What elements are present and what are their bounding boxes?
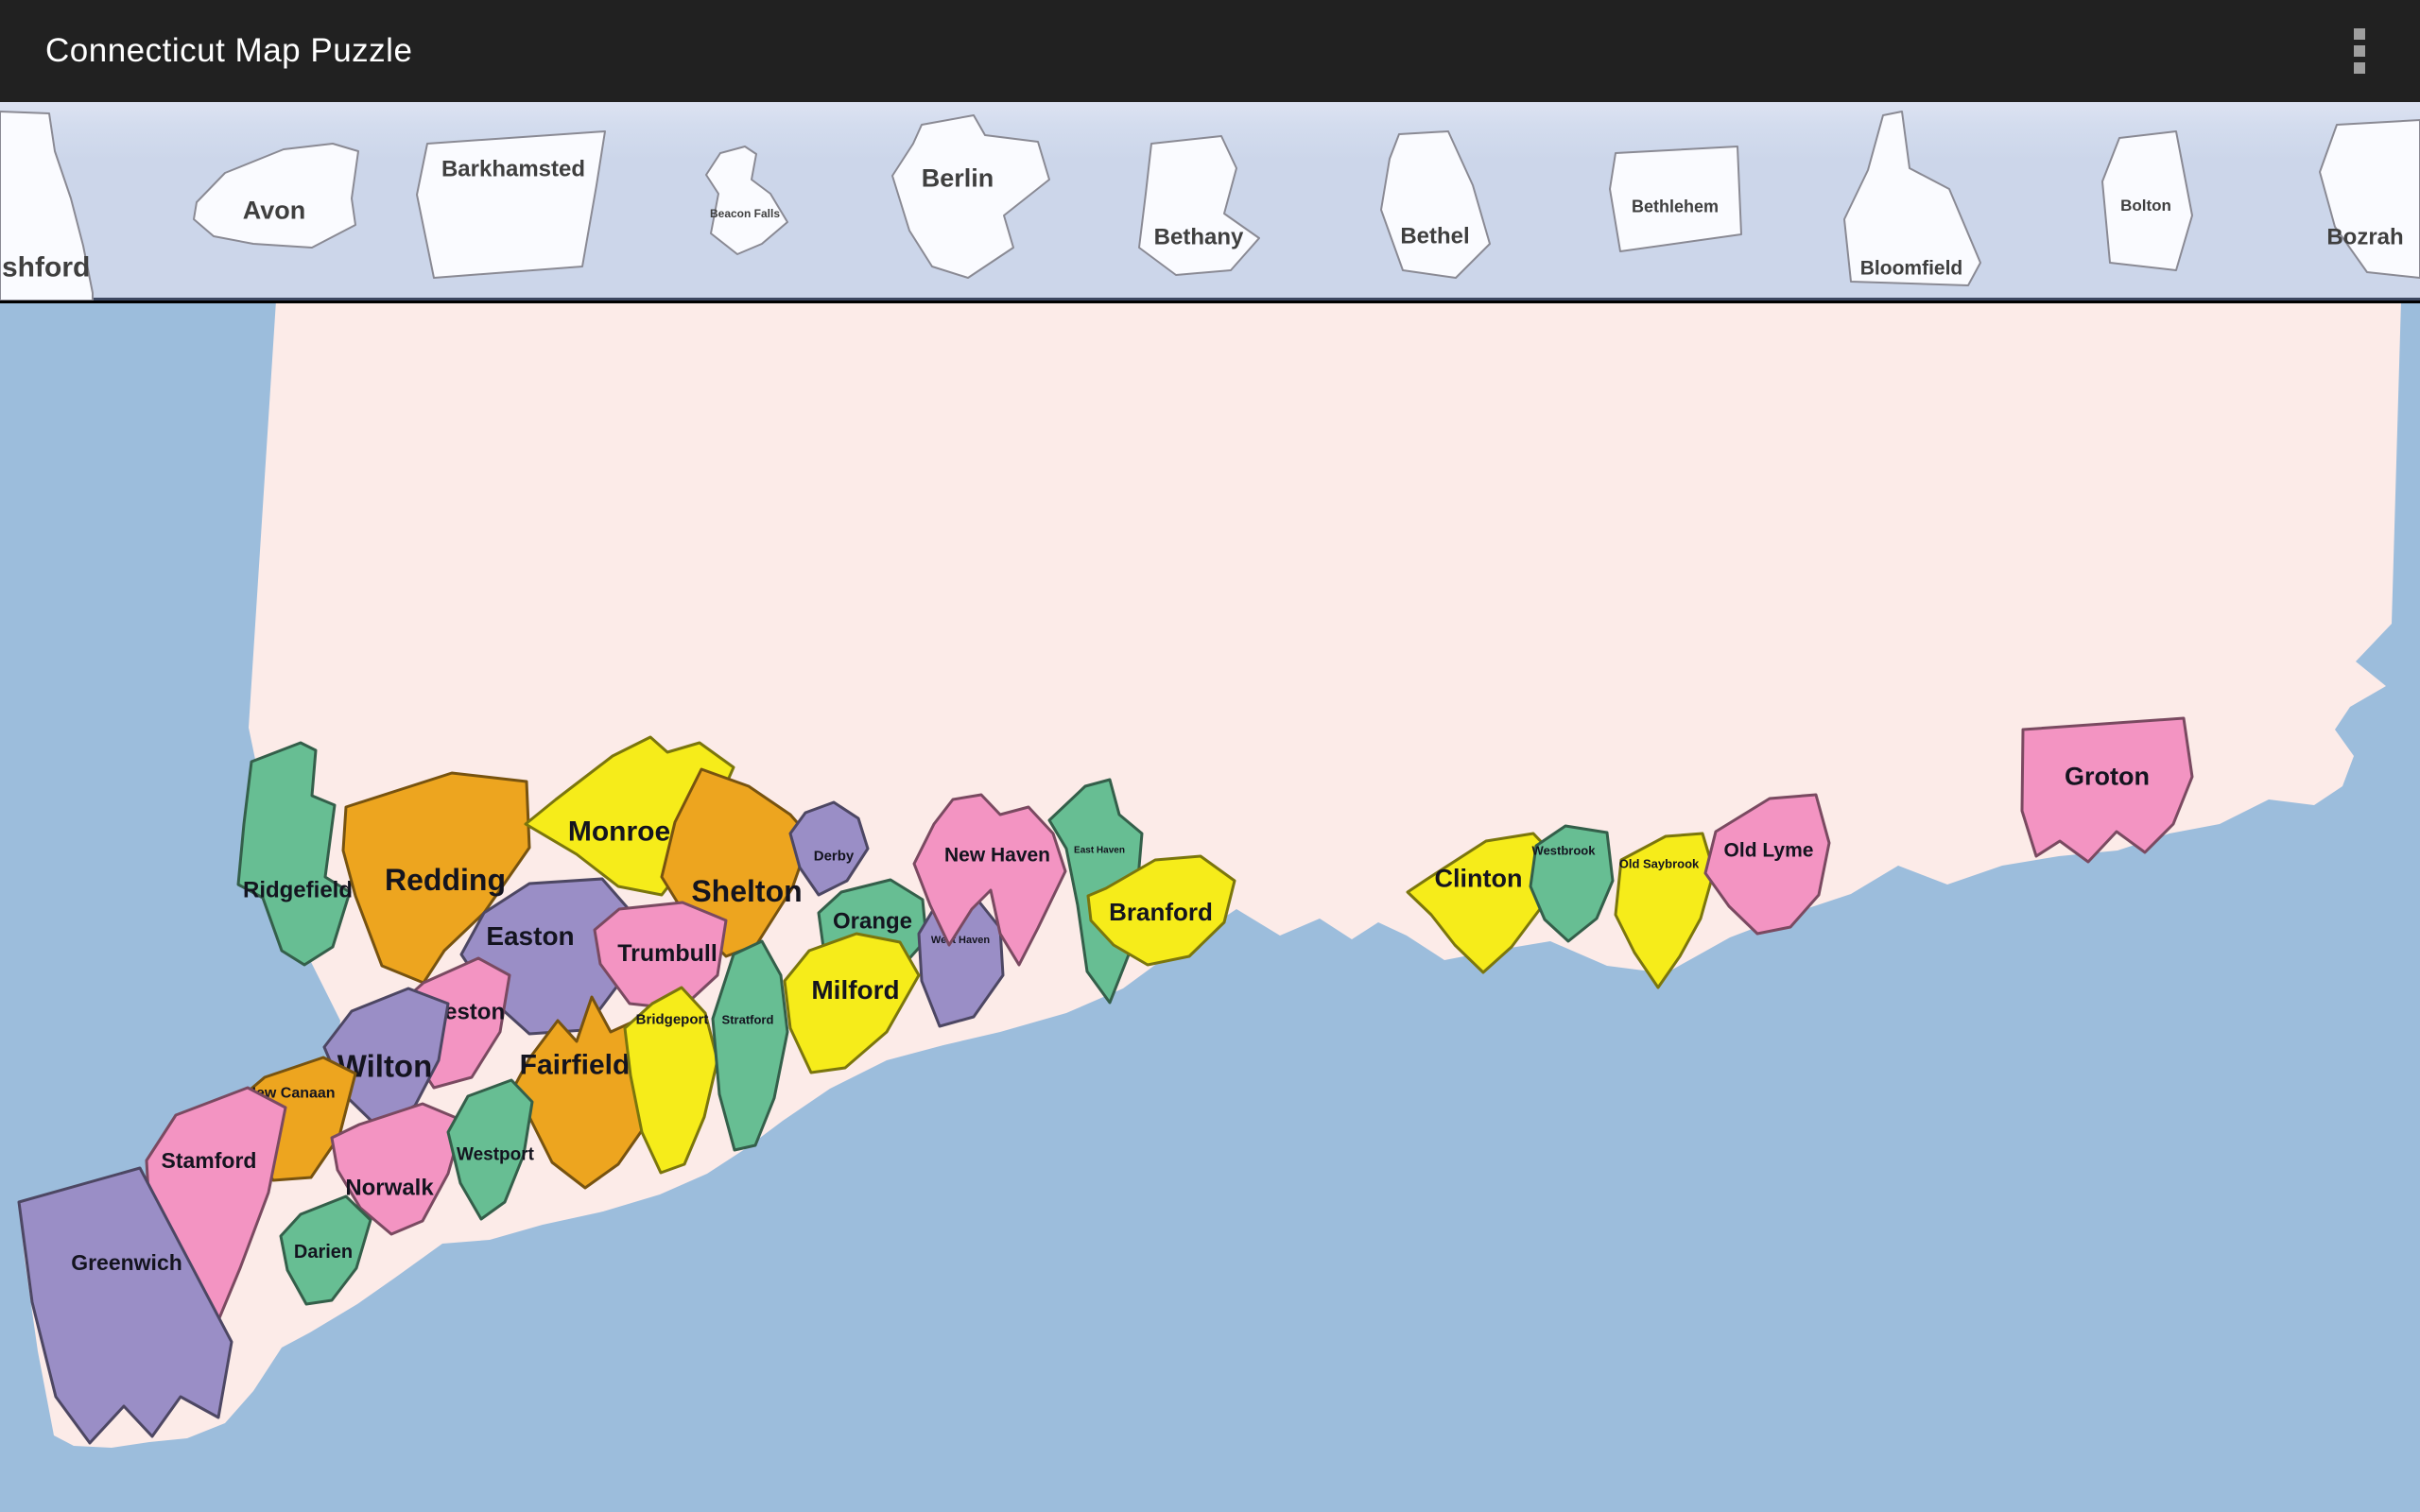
- tray-piece-ashford[interactable]: [0, 112, 93, 301]
- menu-dot: [2354, 45, 2365, 57]
- tray-piece-beacon-falls[interactable]: [706, 146, 787, 254]
- tray-piece-bozrah[interactable]: [2320, 120, 2420, 278]
- connecticut-map-puzzle-app: Connecticut Map Puzzle shfordAvonBarkham…: [0, 0, 2420, 1512]
- tray-piece-bethlehem[interactable]: [1610, 146, 1741, 251]
- map-area[interactable]: RidgefieldReddingMonroeSheltonDerbyEasto…: [0, 303, 2420, 1512]
- app-title: Connecticut Map Puzzle: [45, 32, 412, 70]
- piece-tray[interactable]: shfordAvonBarkhamstedBeacon FallsBerlinB…: [0, 102, 2420, 301]
- app-bar: Connecticut Map Puzzle: [0, 0, 2420, 102]
- map-canvas: RidgefieldReddingMonroeSheltonDerbyEasto…: [0, 303, 2420, 1512]
- menu-dot: [2354, 62, 2365, 74]
- tray-piece-barkhamsted[interactable]: [417, 131, 605, 278]
- overflow-menu-icon[interactable]: [2341, 25, 2378, 77]
- tray-piece-avon[interactable]: [194, 144, 358, 248]
- tray-piece-bethel[interactable]: [1381, 131, 1490, 278]
- tray-piece-bethany[interactable]: [1139, 136, 1259, 275]
- tray-piece-bolton[interactable]: [2102, 131, 2192, 270]
- tray-canvas: shfordAvonBarkhamstedBeacon FallsBerlinB…: [0, 102, 2420, 301]
- menu-dot: [2354, 28, 2365, 40]
- tray-piece-bloomfield[interactable]: [1844, 112, 1980, 285]
- tray-piece-berlin[interactable]: [892, 115, 1049, 278]
